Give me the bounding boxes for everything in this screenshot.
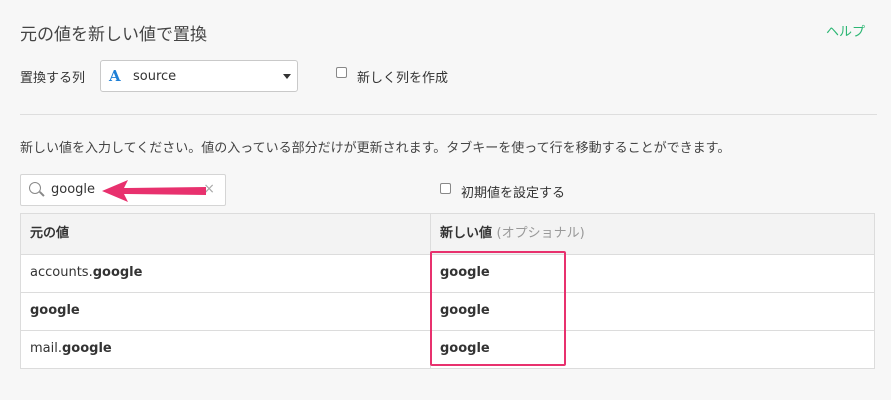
new-value-cell[interactable]: google bbox=[431, 255, 874, 292]
page-title: 元の値を新しい値で置換 bbox=[20, 25, 207, 45]
divider bbox=[20, 114, 877, 115]
replace-table: 元の値 新しい値 (オプショナル) accounts.google google… bbox=[20, 213, 875, 369]
help-link[interactable]: ヘルプ bbox=[826, 21, 865, 40]
initial-value-checkbox[interactable] bbox=[440, 183, 451, 194]
annotation-arrow-icon bbox=[102, 180, 206, 202]
new-column-checkbox[interactable] bbox=[336, 67, 347, 78]
column-select-value: source bbox=[133, 69, 177, 84]
new-value-cell[interactable]: google bbox=[431, 331, 874, 368]
instructions: 新しい値を入力してください。値の入っている部分だけが更新されます。タブキーを使っ… bbox=[20, 141, 731, 156]
table-row: mail.google google bbox=[21, 331, 874, 368]
table-row: google google bbox=[21, 293, 874, 331]
original-value-cell: accounts.google bbox=[21, 255, 431, 292]
string-type-icon: A bbox=[109, 67, 121, 85]
header-original-value: 元の値 bbox=[21, 214, 431, 254]
original-value-cell: google bbox=[21, 293, 431, 330]
search-input[interactable]: google bbox=[51, 182, 95, 197]
table-row: accounts.google google bbox=[21, 255, 874, 293]
new-column-label[interactable]: 新しく列を作成 bbox=[357, 67, 448, 86]
search-icon bbox=[29, 182, 41, 194]
header-optional-hint: (オプショナル) bbox=[496, 226, 585, 241]
table-header: 元の値 新しい値 (オプショナル) bbox=[21, 214, 874, 255]
new-value-cell[interactable]: google bbox=[431, 293, 874, 330]
column-select-label: 置換する列 bbox=[20, 71, 86, 86]
column-select[interactable]: A source bbox=[100, 60, 298, 92]
initial-value-label[interactable]: 初期値を設定する bbox=[461, 182, 565, 201]
header-new-value: 新しい値 (オプショナル) bbox=[440, 226, 585, 241]
original-value-cell: mail.google bbox=[21, 331, 431, 368]
caret-down-icon bbox=[283, 74, 291, 79]
